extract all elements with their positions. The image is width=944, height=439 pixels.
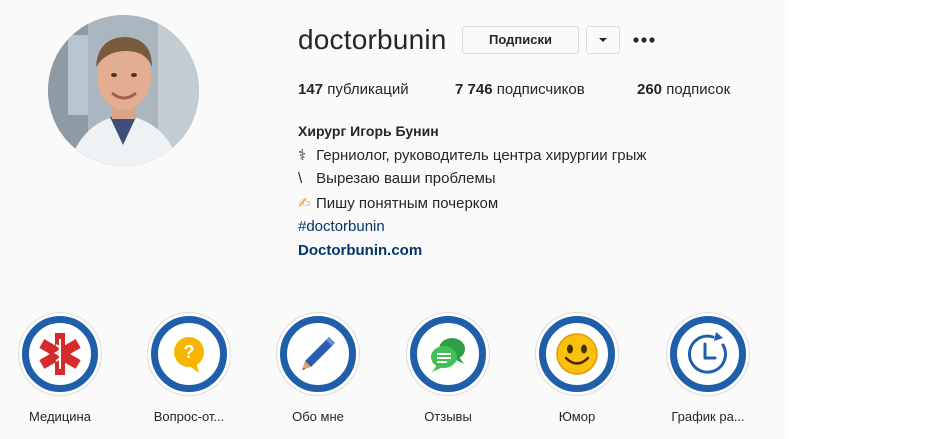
- highlight-label: Медицина: [29, 409, 91, 424]
- highlight-label: Вопрос-от...: [153, 409, 225, 424]
- followers-count-label: подписчиков: [492, 81, 585, 98]
- following-count[interactable]: 260 подписок: [637, 81, 730, 98]
- highlight-item[interactable]: График ра...: [642, 312, 772, 432]
- smiley-icon: [556, 333, 598, 375]
- highlight-label: Обо мне: [292, 409, 344, 424]
- highlight-label: Отзывы: [424, 409, 472, 424]
- highlight-item[interactable]: Обо мне: [252, 312, 382, 432]
- highlight-label: График ра...: [671, 409, 745, 424]
- caret-down-icon: [599, 38, 607, 42]
- star-of-life-icon: [39, 333, 81, 375]
- clock-icon: [688, 332, 727, 374]
- bio-line-2-text: Вырезаю ваши проблемы: [312, 170, 496, 187]
- highlight-ring[interactable]: ?: [147, 312, 231, 396]
- bio-line-1: ⚕ Герниолог, руководитель центра хирурги…: [298, 146, 646, 164]
- following-count-label: подписок: [662, 81, 731, 98]
- more-options-button[interactable]: [631, 30, 657, 50]
- highlight-item[interactable]: Отзывы: [382, 312, 512, 432]
- caduceus-icon: ⚕: [298, 147, 307, 164]
- profile-panel: doctorbunin Подписки 147 публикаций 7 74…: [0, 0, 788, 439]
- following-count-value: 260: [637, 81, 663, 98]
- hashtag-link[interactable]: #doctorbunin: [298, 218, 385, 235]
- followers-count-value: 7 746: [455, 81, 493, 98]
- full-name: Хирург Игорь Бунин: [298, 123, 439, 139]
- following-button[interactable]: Подписки: [462, 26, 579, 54]
- bio-line-2: \ Вырезаю ваши проблемы: [298, 170, 496, 187]
- highlight-ring[interactable]: [18, 312, 102, 396]
- bio-line-1-text: Герниолог, руководитель центра хирургии …: [312, 147, 647, 164]
- question-bubble-icon: ?: [174, 337, 204, 373]
- highlight-item[interactable]: Медицина: [0, 312, 124, 432]
- highlight-ring[interactable]: [666, 312, 750, 396]
- ellipsis-icon: [633, 37, 655, 43]
- posts-count: 147 публикаций: [298, 81, 409, 98]
- highlight-ring[interactable]: [406, 312, 490, 396]
- followers-count[interactable]: 7 746 подписчиков: [455, 81, 585, 98]
- chat-bubbles-icon: [431, 338, 465, 372]
- website-link[interactable]: Doctorbunin.com: [298, 242, 422, 259]
- highlight-item[interactable]: Юмор: [511, 312, 641, 432]
- pen-icon: [302, 337, 335, 370]
- suggestions-dropdown-button[interactable]: [586, 26, 620, 54]
- posts-count-value: 147: [298, 81, 324, 98]
- svg-text:?: ?: [184, 342, 195, 362]
- highlight-label: Юмор: [558, 409, 596, 424]
- highlight-item[interactable]: ? Вопрос-от...: [123, 312, 253, 432]
- scalpel-icon: \: [298, 170, 303, 187]
- posts-count-label: публикаций: [323, 81, 409, 98]
- writing-hand-icon: ✍: [298, 195, 311, 212]
- avatar[interactable]: [48, 15, 199, 166]
- highlight-ring[interactable]: [276, 312, 360, 396]
- username: doctorbunin: [298, 24, 447, 55]
- bio-line-3-text: Пишу понятным почерком: [316, 195, 499, 212]
- bio-line-3: ✍ Пишу понятным почерком: [298, 194, 498, 212]
- highlight-ring[interactable]: [535, 312, 619, 396]
